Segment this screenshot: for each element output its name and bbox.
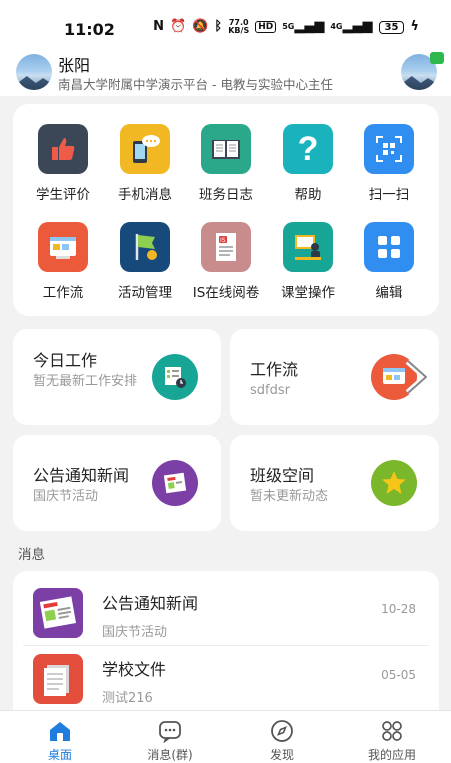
grid-edit-icon (364, 222, 414, 272)
qr-scan-icon (364, 124, 414, 174)
app-label: 帮助 (294, 187, 322, 203)
phone-message-icon (120, 124, 170, 174)
flag-icon (120, 222, 170, 272)
app-classroom-operation[interactable]: 课堂操作 (265, 222, 351, 301)
app-label: 手机消息 (118, 187, 172, 203)
message-date: 10-28 (381, 602, 416, 616)
charging-icon: ϟ (410, 19, 419, 34)
app-label: IS在线阅卷 (192, 285, 260, 301)
avatar[interactable] (16, 54, 52, 90)
app-label: 班务日志 (199, 187, 253, 203)
message-subtitle: 国庆节活动 (102, 625, 168, 640)
battery-icon: 35 (378, 20, 405, 34)
schedule-icon (152, 354, 198, 400)
app-workflow[interactable]: 工作流 (20, 222, 106, 301)
document-icon (33, 654, 83, 704)
user-name: 张阳 (58, 56, 91, 75)
message-title: 公告通知新闻 (102, 594, 199, 613)
exam-paper-icon: IS (201, 222, 251, 272)
status-time: 11:02 (64, 20, 115, 39)
classroom-icon (283, 222, 333, 272)
app-phone-message[interactable]: 手机消息 (102, 124, 188, 203)
card-title: 今日工作 (33, 351, 98, 370)
signal-5g-icon: 5G▂▄▆ (282, 19, 325, 34)
message-subtitle: 测试216 (102, 691, 153, 706)
list-item[interactable]: 学校文件 测试216 05-05 (13, 649, 439, 711)
question-icon: ? (283, 124, 333, 174)
newspaper-icon (33, 588, 83, 638)
app-edit[interactable]: 编辑 (346, 222, 432, 301)
status-bar: 11:02 N ⏰ 🔕 ᛒ 77.0 KB/S HD 5G▂▄▆ 4G▂▄▆ 35… (0, 0, 451, 50)
card-subtitle: sdfdsr (250, 383, 290, 398)
newspaper-icon (152, 460, 198, 506)
thumbs-up-icon (38, 124, 88, 174)
chat-icon (158, 719, 182, 744)
apps-icon (380, 719, 404, 743)
app-label: 工作流 (42, 285, 84, 301)
divider (23, 645, 429, 646)
nav-label: 消息(群) (147, 748, 193, 762)
card-title: 班级空间 (250, 466, 315, 485)
app-scan[interactable]: 扫一扫 (346, 124, 432, 203)
messages-section-title: 消息 (18, 547, 45, 563)
signal-4g-icon: 4G▂▄▆ (330, 19, 373, 34)
wechat-badge-icon (430, 52, 444, 64)
hd-badge: HD (255, 21, 277, 33)
card-class-space[interactable]: 班级空间 暂未更新动态 (230, 435, 439, 531)
message-date: 05-05 (381, 668, 416, 682)
bottom-nav: 桌面 消息(群) 发现 我的应用 (0, 710, 451, 763)
nfc-icon: N (153, 19, 165, 34)
star-icon (371, 460, 417, 506)
app-class-log[interactable]: 班务日志 (183, 124, 269, 203)
bluetooth-icon: ᛒ (214, 19, 223, 34)
app-label: 活动管理 (118, 285, 172, 301)
user-header: 张阳 南昌大学附属中学演示平台 - 电教与实验中心主任 (0, 50, 451, 96)
status-icons: N ⏰ 🔕 ᛒ 77.0 KB/S HD 5G▂▄▆ 4G▂▄▆ 35 ϟ (153, 19, 419, 35)
nav-discover[interactable]: 发现 (237, 719, 327, 763)
message-title: 学校文件 (102, 660, 167, 679)
svg-text:IS: IS (220, 237, 226, 244)
home-icon (48, 719, 72, 743)
app-label: 学生评价 (36, 187, 90, 203)
net-speed: 77.0 KB/S (228, 18, 250, 35)
message-list: 公告通知新闻 国庆节活动 10-28 学校文件 测试216 05-05 (13, 571, 439, 711)
alarm-icon: ⏰ (170, 19, 187, 34)
app-online-grading[interactable]: IS IS在线阅卷 (183, 222, 269, 301)
app-grid: 学生评价 手机消息 班务日志 ? 帮助 扫一扫 工作流 活动管理 IS IS在线… (13, 104, 439, 316)
card-today-work[interactable]: 今日工作 暂无最新工作安排 (13, 329, 221, 425)
mute-icon: 🔕 (192, 19, 209, 34)
open-book-icon (201, 124, 251, 174)
nav-label: 我的应用 (367, 748, 416, 762)
card-title: 公告通知新闻 (33, 466, 130, 485)
app-help[interactable]: ? 帮助 (265, 124, 351, 203)
chevron-right-icon[interactable] (402, 357, 432, 397)
workflow-icon (38, 222, 88, 272)
user-org: 南昌大学附属中学演示平台 - 电教与实验中心主任 (58, 77, 333, 92)
app-label: 扫一扫 (368, 187, 410, 203)
card-notice-news[interactable]: 公告通知新闻 国庆节活动 (13, 435, 221, 531)
nav-messages-group[interactable]: 消息(群) (125, 719, 215, 763)
card-workflow[interactable]: 工作流 sdfdsr (230, 329, 439, 425)
app-activity-management[interactable]: 活动管理 (102, 222, 188, 301)
list-item[interactable]: 公告通知新闻 国庆节活动 10-28 (13, 583, 439, 651)
card-subtitle: 暂未更新动态 (250, 489, 329, 504)
card-subtitle: 国庆节活动 (33, 489, 99, 504)
nav-desktop[interactable]: 桌面 (15, 719, 105, 763)
nav-my-apps[interactable]: 我的应用 (347, 719, 437, 763)
app-student-evaluation[interactable]: 学生评价 (20, 124, 106, 203)
card-title: 工作流 (250, 360, 299, 379)
nav-label: 桌面 (47, 748, 72, 762)
nav-label: 发现 (269, 748, 294, 762)
card-subtitle: 暂无最新工作安排 (33, 374, 138, 389)
compass-icon (270, 719, 294, 743)
app-label: 编辑 (375, 285, 403, 301)
app-label: 课堂操作 (281, 285, 335, 301)
